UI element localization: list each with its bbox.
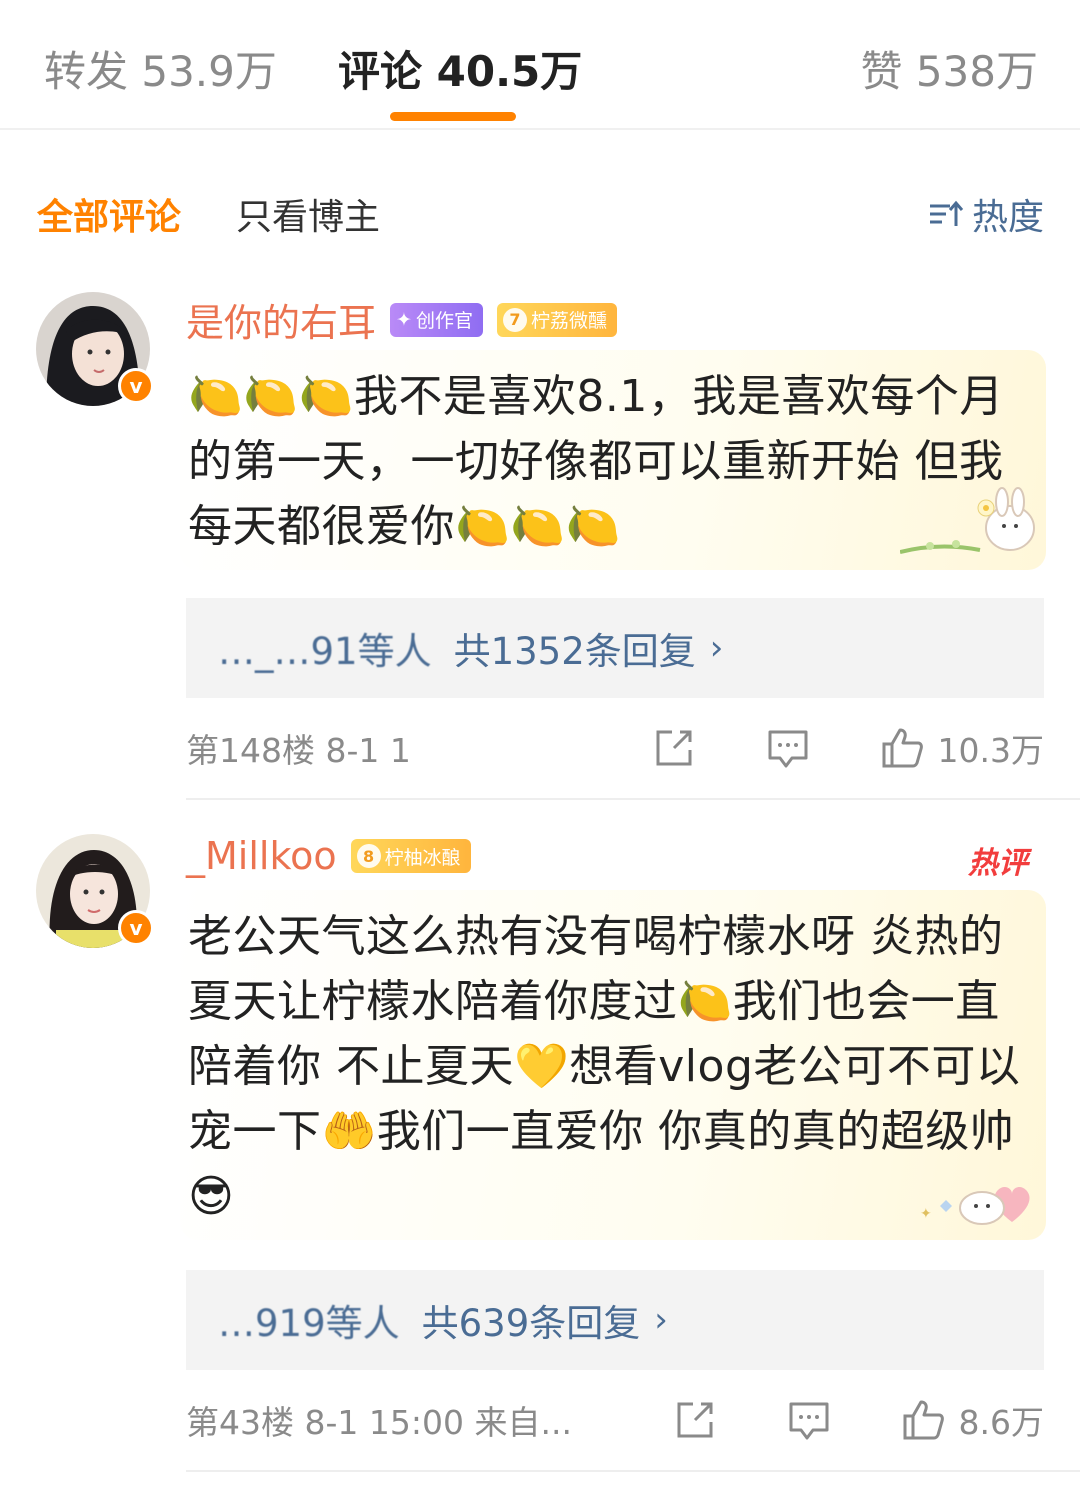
username[interactable]: _Millkoo xyxy=(186,834,337,878)
floor-time: 第148楼 8-1 1 xyxy=(186,731,411,770)
fan-badge-label: 柠荔微醺 xyxy=(530,310,607,332)
avatar[interactable]: v xyxy=(36,292,154,406)
filter-blogger-only[interactable]: 只看博主 xyxy=(236,188,380,240)
reply-preview[interactable]: …919等人 共639条回复 › xyxy=(186,1270,1044,1370)
chevron-right-icon: › xyxy=(709,628,724,668)
comment-actions: 10.3万 xyxy=(652,718,1044,778)
reply-preview[interactable]: …_…91等人 共1352条回复 › xyxy=(186,598,1044,698)
comment-meta: 第148楼 8-1 1 10.3万 xyxy=(186,718,1044,778)
comment-divider xyxy=(186,798,1080,800)
comment-divider xyxy=(186,1470,1080,1472)
username[interactable]: 是你的右耳 xyxy=(186,292,376,347)
creator-badge-label: 创作官 xyxy=(415,310,473,332)
comment-actions: 8.6万 xyxy=(673,1390,1044,1450)
floor-time: 第43楼 8-1 15:00 来自... xyxy=(186,1403,572,1442)
active-tab-indicator xyxy=(390,112,516,121)
like-icon[interactable] xyxy=(901,1398,945,1442)
tab-comments[interactable]: 评论 40.5万 xyxy=(338,38,582,99)
reply-users: …919等人 xyxy=(218,1302,400,1345)
sort-button[interactable]: 热度 xyxy=(928,188,1044,240)
comment-bubble[interactable]: 老公天气这么热有没有喝柠檬水呀 炎热的夏天让柠檬水陪着你度过🍋我们也会一直陪着你… xyxy=(180,890,1046,1240)
avatar[interactable]: v xyxy=(36,834,154,948)
svg-text:✦: ✦ xyxy=(920,1206,932,1222)
verified-icon: v xyxy=(118,910,154,946)
share-icon[interactable] xyxy=(652,726,696,770)
user-row: 是你的右耳 ✦ 创作官 7 柠荔微醺 xyxy=(186,292,617,347)
filter-all-comments[interactable]: 全部评论 xyxy=(37,188,181,240)
sort-icon xyxy=(929,200,964,226)
share-icon[interactable] xyxy=(673,1398,717,1442)
tab-forward[interactable]: 转发 53.9万 xyxy=(44,38,277,99)
reply-total: 共1352条回复 xyxy=(453,630,696,673)
comment-bubble[interactable]: 🍋🍋🍋我不是喜欢8.1，我是喜欢每个月的第一天，一切好像都可以重新开始 但我每天… xyxy=(180,350,1046,570)
bunny-heart-decoration: ✦ xyxy=(920,1187,1030,1225)
fan-badge[interactable]: 7 柠荔微醺 xyxy=(496,302,617,337)
bunny-flower-decoration xyxy=(900,487,1035,554)
reply-total: 共639条回复 xyxy=(421,1302,641,1345)
creator-badge[interactable]: ✦ 创作官 xyxy=(390,302,483,337)
user-row: _Millkoo 8 柠柚冰酿 xyxy=(186,834,471,878)
hot-comment-badge: 热评 xyxy=(968,846,1028,881)
fan-level: 7 xyxy=(502,307,527,332)
like-count: 10.3万 xyxy=(937,731,1044,770)
chevron-right-icon: › xyxy=(654,1300,668,1340)
fan-badge[interactable]: 8 柠柚冰酿 xyxy=(350,839,471,873)
like-icon[interactable] xyxy=(880,726,924,770)
top-tab-bar: 转发 53.9万 评论 40.5万 赞 538万 xyxy=(0,0,1080,130)
fan-level: 8 xyxy=(356,844,381,868)
sort-label: 热度 xyxy=(971,197,1044,238)
fan-badge-label: 柠柚冰酿 xyxy=(384,846,461,869)
comment-icon[interactable] xyxy=(766,726,810,770)
reply-users: …_…91等人 xyxy=(218,630,432,673)
comment-meta: 第43楼 8-1 15:00 来自... 8.6万 xyxy=(186,1390,1044,1450)
tab-likes[interactable]: 赞 538万 xyxy=(860,38,1038,99)
comment-icon[interactable] xyxy=(787,1398,831,1442)
verified-icon: v xyxy=(118,368,154,404)
like-count: 8.6万 xyxy=(958,1403,1044,1442)
comment-filter-bar: 全部评论 只看博主 热度 xyxy=(0,130,1080,280)
star-icon: ✦ xyxy=(396,308,412,331)
